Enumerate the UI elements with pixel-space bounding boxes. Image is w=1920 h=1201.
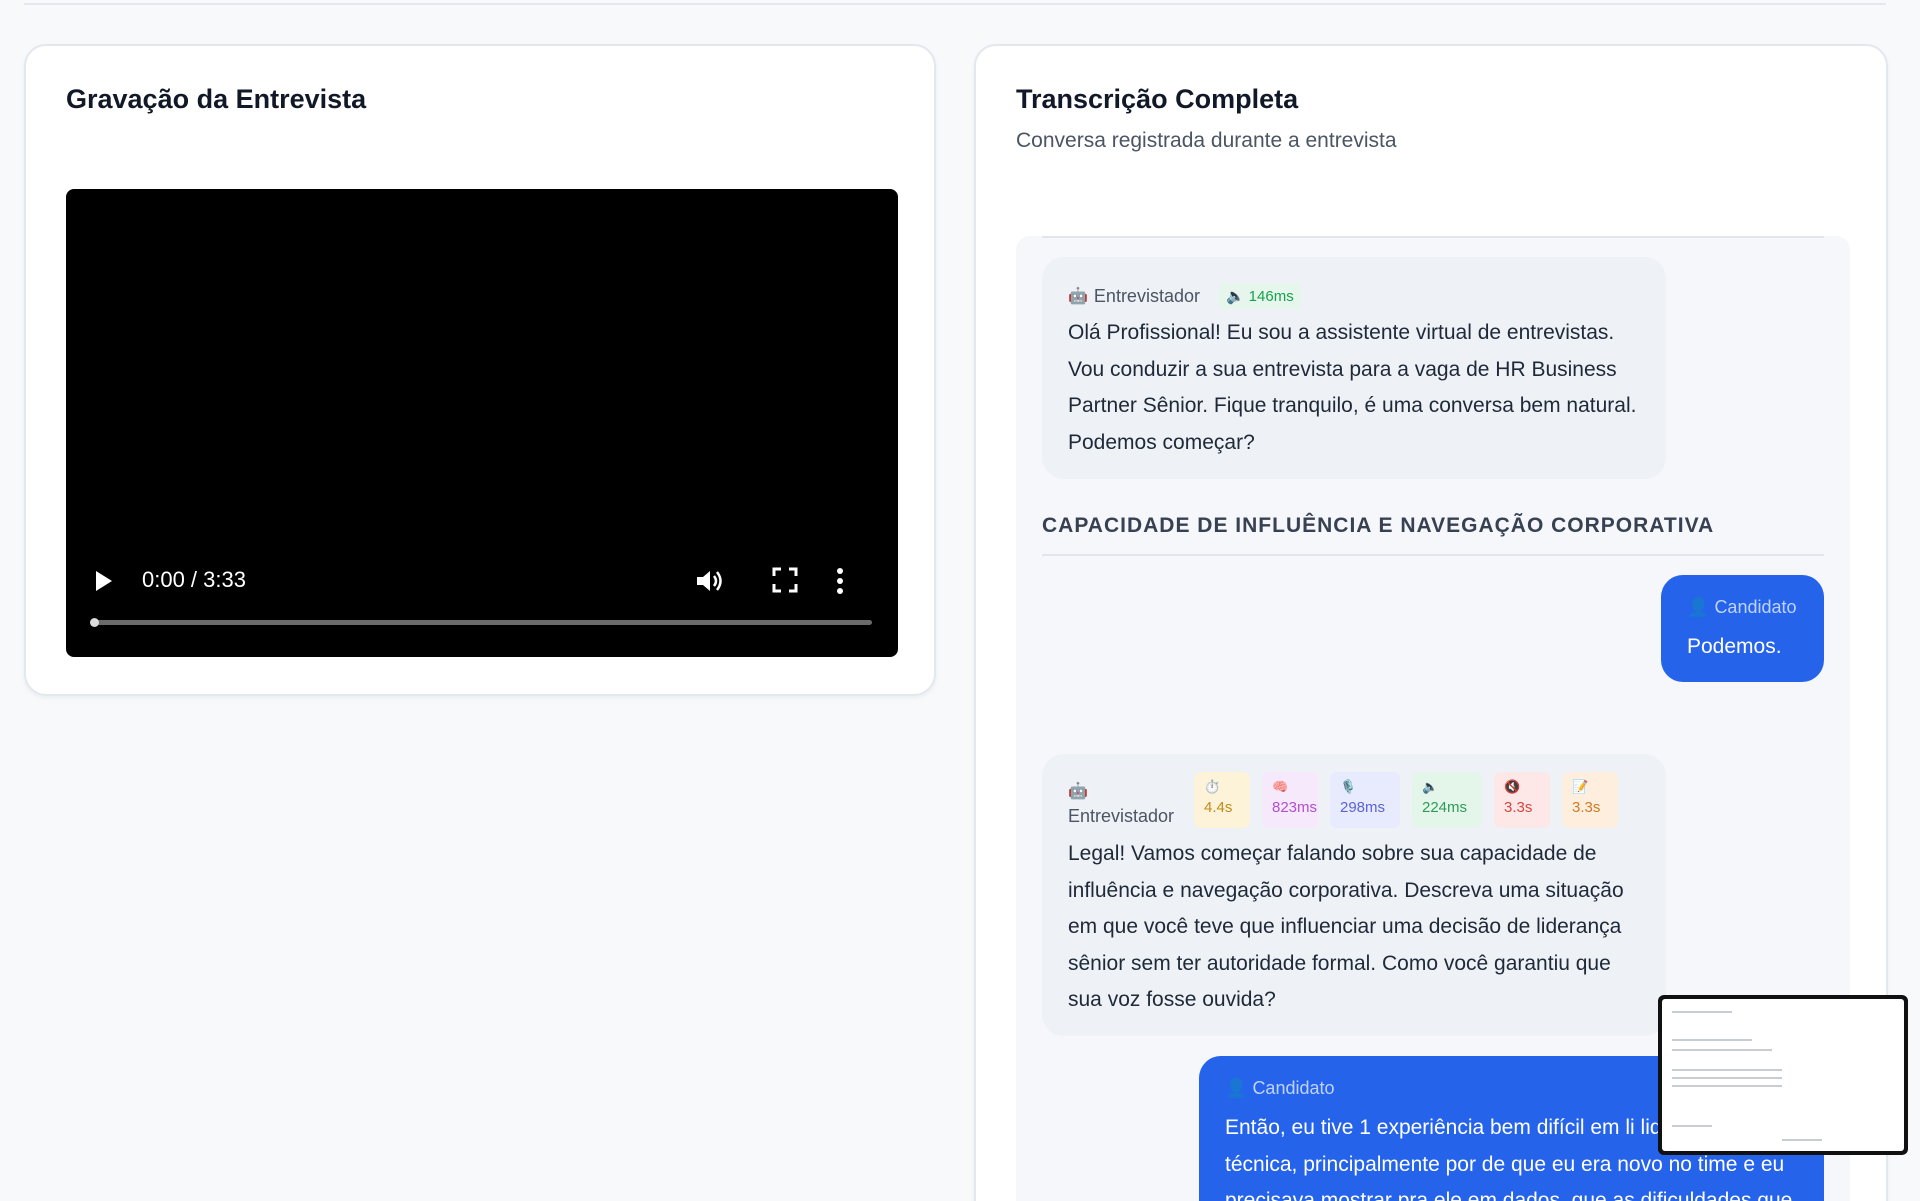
- top-divider: [24, 3, 1886, 5]
- metric-badge: 🔈 224ms: [1412, 772, 1482, 828]
- fullscreen-icon[interactable]: [772, 567, 798, 593]
- metric-value: 298ms: [1340, 799, 1386, 816]
- preview-line: [1672, 1069, 1782, 1071]
- speaker-icon: 🔈: [1422, 779, 1439, 794]
- speaker-row: 🤖 Entrevistador: [1068, 778, 1174, 828]
- message-text: Olá Profissional! Eu sou a assistente vi…: [1068, 321, 1637, 454]
- recording-card: Gravação da Entrevista 0:00 / 3:33: [24, 44, 936, 696]
- volume-icon[interactable]: [694, 567, 724, 595]
- metric-value: 3.3s: [1572, 799, 1601, 816]
- video-progress-track[interactable]: [92, 620, 872, 625]
- transcript-top-divider: [1042, 236, 1824, 238]
- preview-line: [1672, 1125, 1712, 1127]
- preview-line: [1672, 1077, 1782, 1079]
- video-time: 0:00 / 3:33: [142, 567, 246, 592]
- metric-badge: 📝 3.3s: [1562, 772, 1618, 828]
- memo-icon: 📝: [1572, 779, 1589, 794]
- robot-icon: 🤖: [1068, 783, 1088, 800]
- metric-badge: 🧠 823ms: [1262, 772, 1318, 828]
- preview-line: [1782, 1139, 1822, 1141]
- more-options-icon[interactable]: [836, 567, 844, 595]
- latency-metrics: ⏱️ 4.4s 🧠 823ms 🎙️ 298ms 🔈 224ms 🔇 3.3s …: [1194, 772, 1618, 828]
- metric-value: 4.4s: [1204, 799, 1233, 816]
- metric-badge: 🔇 3.3s: [1494, 772, 1550, 828]
- person-icon: 👤: [1225, 1078, 1248, 1098]
- candidate-message: 👤 Candidato Podemos.: [1661, 575, 1824, 682]
- interviewer-message: 🤖 Entrevistador ⏱️ 4.4s 🧠 823ms 🎙️ 298ms…: [1042, 754, 1666, 1036]
- muted-speaker-icon: 🔇: [1504, 779, 1521, 794]
- preview-line: [1672, 1049, 1772, 1051]
- video-player[interactable]: 0:00 / 3:33: [66, 189, 898, 657]
- metric-value: 224ms: [1422, 799, 1468, 816]
- preview-content: [1662, 999, 1904, 1151]
- metric-value: 3.3s: [1504, 799, 1533, 816]
- speaker-icon: 🔈: [1225, 288, 1245, 305]
- preview-line: [1672, 1039, 1752, 1041]
- stopwatch-icon: ⏱️: [1204, 779, 1221, 794]
- transcript-subtitle: Conversa registrada durante a entrevista: [1016, 129, 1397, 152]
- speaker-label: Candidato: [1252, 1078, 1335, 1098]
- metric-value: 823ms: [1272, 799, 1318, 816]
- speaker-row: 👤 Candidato: [1687, 597, 1797, 618]
- speaker-row: 👤 Candidato: [1225, 1078, 1335, 1099]
- play-icon[interactable]: [96, 571, 112, 591]
- robot-icon: 🤖: [1068, 288, 1088, 305]
- metric-badge: ⏱️ 4.4s: [1194, 772, 1250, 828]
- speaker-label: Candidato: [1714, 597, 1797, 617]
- brain-icon: 🧠: [1272, 779, 1289, 794]
- tts-latency-badge: 🔈 146ms: [1217, 283, 1302, 309]
- preview-line: [1672, 1011, 1732, 1013]
- speaker-row: 🤖 Entrevistador 🔈 146ms: [1068, 283, 1302, 309]
- microphone-icon: 🎙️: [1340, 779, 1357, 794]
- section-heading: CAPACIDADE DE INFLUÊNCIA E NAVEGAÇÃO COR…: [1042, 514, 1715, 537]
- metric-value: 146ms: [1248, 287, 1294, 305]
- metric-badge: 🎙️ 298ms: [1330, 772, 1400, 828]
- transcript-title: Transcrição Completa: [1016, 84, 1299, 114]
- preview-line: [1672, 1085, 1782, 1087]
- message-text: Podemos.: [1687, 635, 1782, 658]
- video-progress-knob[interactable]: [90, 618, 99, 627]
- message-text: Legal! Vamos começar falando sobre sua c…: [1068, 842, 1624, 1011]
- screen-preview-thumbnail[interactable]: [1658, 995, 1908, 1155]
- interviewer-message: 🤖 Entrevistador 🔈 146ms Olá Profissional…: [1042, 257, 1666, 479]
- speaker-label: Entrevistador: [1068, 806, 1175, 826]
- recording-title: Gravação da Entrevista: [66, 84, 367, 114]
- person-icon: 👤: [1687, 597, 1710, 617]
- speaker-label: Entrevistador: [1093, 285, 1200, 306]
- section-divider: [1042, 554, 1824, 556]
